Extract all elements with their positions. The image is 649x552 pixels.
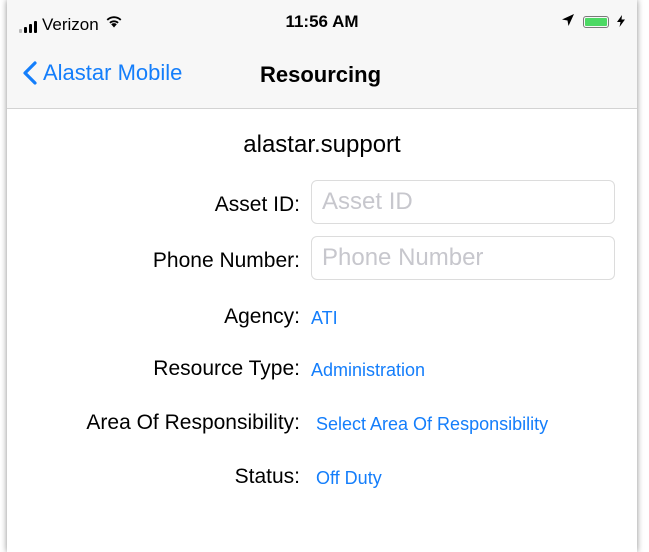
resource-type-selector[interactable]: Administration	[311, 360, 425, 381]
username-heading: alastar.support	[243, 131, 401, 158]
page-title: Resourcing	[260, 62, 382, 87]
back-button-label: Alastar Mobile	[43, 60, 183, 85]
status-right	[561, 12, 625, 32]
asset-id-label: Asset ID:	[214, 193, 300, 216]
phone-number-input[interactable]	[311, 236, 615, 280]
agency-label: Agency:	[224, 305, 300, 328]
status-time: 11:56 AM	[285, 12, 359, 31]
area-of-responsibility-label: Area Of Responsibility:	[86, 411, 300, 434]
navigation-bar: Alastar Mobile Resourcing	[7, 42, 637, 109]
app-window: Verizon 11:56 AM Alastar Mobile Resourci…	[7, 0, 637, 552]
agency-selector[interactable]: ATI	[311, 308, 338, 329]
asset-id-input[interactable]	[311, 180, 615, 224]
chevron-left-icon	[23, 61, 37, 85]
area-of-responsibility-selector[interactable]: Select Area Of Responsibility	[316, 414, 548, 435]
phone-number-label: Phone Number:	[152, 249, 300, 272]
resource-type-label: Resource Type:	[153, 357, 300, 380]
status-bar: Verizon 11:56 AM	[7, 0, 637, 42]
battery-icon	[583, 16, 609, 28]
back-button[interactable]: Alastar Mobile	[23, 60, 182, 86]
status-label: Status:	[234, 465, 300, 488]
status-selector[interactable]: Off Duty	[316, 468, 382, 489]
charging-bolt-icon	[617, 12, 625, 32]
location-arrow-icon	[561, 12, 575, 32]
